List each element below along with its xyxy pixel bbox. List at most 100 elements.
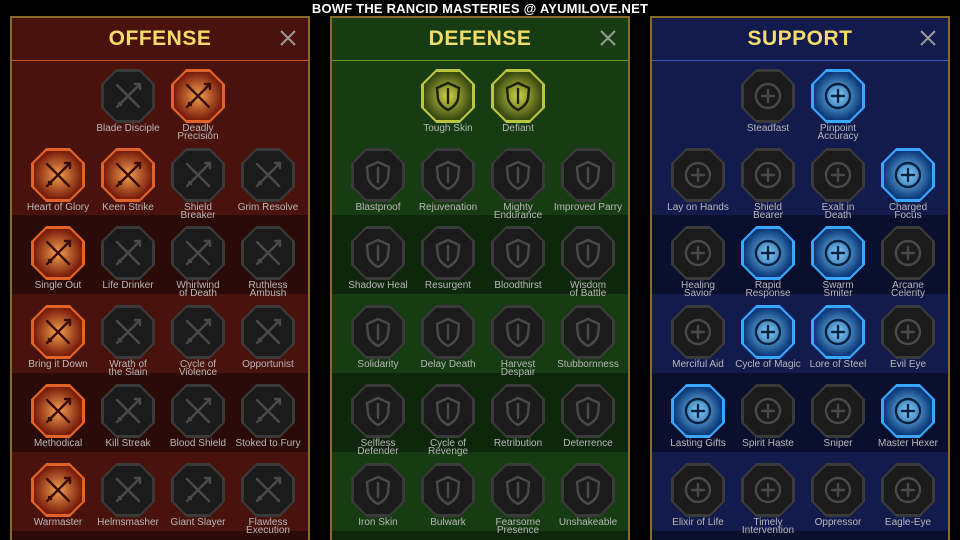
mastery-node[interactable]: Harvest Despair xyxy=(485,304,551,382)
mastery-node[interactable]: Retribution xyxy=(485,383,551,461)
mastery-node[interactable]: Eagle-Eye xyxy=(875,462,941,540)
mastery-node[interactable]: Cycle of Violence xyxy=(165,304,231,382)
mastery-label: Eagle-Eye xyxy=(884,517,932,528)
close-icon[interactable] xyxy=(278,28,298,48)
mastery-node[interactable]: Lore of Steel xyxy=(805,304,871,382)
mastery-node[interactable]: Timely Intervention xyxy=(735,462,801,540)
mastery-node[interactable]: Flawless Execution xyxy=(235,462,301,540)
hammer-icon xyxy=(100,304,156,360)
mastery-node[interactable]: Delay Death xyxy=(415,304,481,382)
heart-sparkle-icon xyxy=(740,68,796,124)
mastery-node[interactable]: Selfless Defender xyxy=(345,383,411,461)
mastery-node[interactable]: Giant Slayer xyxy=(165,462,231,540)
mastery-node[interactable]: Stubbornness xyxy=(555,304,621,382)
mastery-node[interactable]: Rapid Response xyxy=(735,225,801,303)
sword-slash-icon xyxy=(100,147,156,203)
mastery-node[interactable]: Charged Focus xyxy=(875,147,941,225)
mastery-node[interactable]: Improved Parry xyxy=(554,147,622,225)
mastery-node[interactable]: Keen Strike xyxy=(95,147,161,225)
mastery-node[interactable]: Bring it Down xyxy=(25,304,91,382)
strongman-icon xyxy=(560,462,616,518)
mastery-node[interactable]: Iron Skin xyxy=(345,462,411,540)
blood-shield-icon xyxy=(170,383,226,439)
mastery-node[interactable]: Oppressor xyxy=(805,462,871,540)
mastery-label: Improved Parry xyxy=(553,202,623,213)
mastery-node[interactable]: Blade Disciple xyxy=(95,68,161,146)
mastery-node[interactable]: Methodical xyxy=(25,383,91,461)
mastery-node[interactable]: Shield Breaker xyxy=(165,147,231,225)
mastery-node[interactable]: Exalt in Death xyxy=(805,147,871,225)
mastery-node[interactable]: Grim Resolve xyxy=(235,147,301,225)
mastery-node[interactable]: Shadow Heal xyxy=(345,225,411,303)
mastery-node[interactable]: Merciful Aid xyxy=(665,304,731,382)
mastery-label: Wisdom of Battle xyxy=(569,280,607,299)
mastery-node[interactable]: Kill Streak xyxy=(95,383,161,461)
title-divider xyxy=(652,60,948,61)
mastery-node[interactable]: Arcane Celerity xyxy=(875,225,941,303)
mastery-node[interactable]: Sniper xyxy=(805,383,871,461)
healer-figure-icon xyxy=(670,225,726,281)
mastery-node[interactable]: Deadly Precision xyxy=(165,68,231,146)
horned-figure-icon xyxy=(30,147,86,203)
mastery-node[interactable]: Bloodthirst xyxy=(485,225,551,303)
mastery-node[interactable]: Lasting Gifts xyxy=(665,383,731,461)
mastery-node[interactable]: Elixir of Life xyxy=(665,462,731,540)
demon-face-icon xyxy=(490,462,546,518)
mastery-node[interactable]: Master Hexer xyxy=(875,383,941,461)
mastery-node[interactable]: Rejuvenation xyxy=(415,147,481,225)
crossed-blades-icon xyxy=(560,147,616,203)
mastery-node[interactable]: Unshakeable xyxy=(555,462,621,540)
mastery-node[interactable]: Mighty Endurance xyxy=(485,147,551,225)
skull-hourglass-icon xyxy=(740,462,796,518)
mastery-node[interactable]: Solidarity xyxy=(345,304,411,382)
mastery-node[interactable]: Whirlwind of Death xyxy=(165,225,231,303)
mastery-node[interactable]: Blood Shield xyxy=(165,383,231,461)
mastery-node[interactable]: Fearsome Presence xyxy=(485,462,551,540)
mastery-node[interactable]: Deterrence xyxy=(555,383,621,461)
mastery-node[interactable]: Healing Savior xyxy=(665,225,731,303)
mastery-node[interactable]: Helmsmasher xyxy=(95,462,161,540)
skull-heart-icon xyxy=(490,225,546,281)
mastery-node[interactable]: Pinpoint Accuracy xyxy=(805,68,871,146)
mastery-node[interactable]: Ruthless Ambush xyxy=(235,225,301,303)
mastery-node[interactable]: Tough Skin xyxy=(415,68,481,146)
target-arrow-icon xyxy=(810,68,866,124)
mastery-node[interactable]: Warmaster xyxy=(25,462,91,540)
mastery-label: Pinpoint Accuracy xyxy=(817,123,859,142)
page-title: BOWF THE RANCID MASTERIES @ AYUMILOVE.NE… xyxy=(311,1,649,16)
mastery-node[interactable]: Swarm Smiter xyxy=(805,225,871,303)
book-icon xyxy=(810,304,866,360)
mastery-node[interactable]: Stoked to Fury xyxy=(235,383,301,461)
mastery-node[interactable]: Bulwark xyxy=(415,462,481,540)
flaming-skull-icon xyxy=(810,147,866,203)
group-icon xyxy=(350,304,406,360)
crushing-fist-icon xyxy=(810,462,866,518)
mastery-node[interactable]: Wisdom of Battle xyxy=(555,225,621,303)
mastery-node[interactable]: Single Out xyxy=(25,225,91,303)
mastery-node[interactable]: Defiant xyxy=(485,68,551,146)
mastery-node[interactable]: Heart of Glory xyxy=(25,147,91,225)
mastery-node[interactable]: Shield Bearer xyxy=(735,147,801,225)
sword-shield-icon xyxy=(420,225,476,281)
mastery-node[interactable]: Life Drinker xyxy=(95,225,161,303)
mastery-node[interactable]: Resurgent xyxy=(415,225,481,303)
title-divider xyxy=(332,60,628,61)
panel-title: OFFENSE xyxy=(108,27,212,50)
swords-burst-icon xyxy=(30,383,86,439)
mastery-label: Arcane Celerity xyxy=(891,280,925,299)
mastery-label: Evil Eye xyxy=(889,359,927,370)
close-icon[interactable] xyxy=(918,28,938,48)
mastery-node[interactable]: Opportunist xyxy=(235,304,301,382)
mastery-label: Deterrence xyxy=(563,438,613,449)
mastery-node[interactable]: Evil Eye xyxy=(875,304,941,382)
mastery-node[interactable]: Spirit Haste xyxy=(735,383,801,461)
mastery-node[interactable]: Cycle of Magic xyxy=(735,304,801,382)
deflect-icon xyxy=(560,383,616,439)
mastery-node[interactable]: Blastproof xyxy=(345,147,411,225)
lightning-icon xyxy=(740,225,796,281)
close-icon[interactable] xyxy=(598,28,618,48)
mastery-node[interactable]: Steadfast xyxy=(735,68,801,146)
mastery-node[interactable]: Wrath of the Slain xyxy=(95,304,161,382)
mastery-node[interactable]: Lay on Hands xyxy=(665,147,731,225)
mastery-node[interactable]: Cycle of Revenge xyxy=(415,383,481,461)
